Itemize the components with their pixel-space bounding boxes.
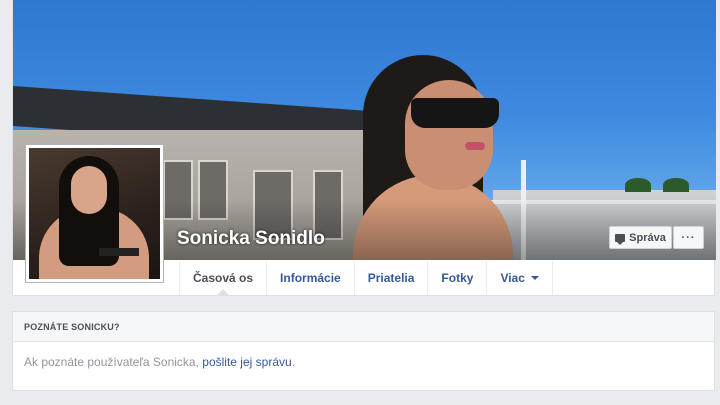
know-card-title: POZNÁTE SONICKU?	[13, 312, 714, 342]
caret-down-icon	[530, 276, 539, 280]
more-dots-icon: ···	[681, 231, 696, 244]
send-message-link[interactable]: pošlite jej správu	[202, 355, 291, 369]
know-card-body: Ak poznáte používateľa Sonicka, pošlite …	[24, 355, 296, 369]
message-button[interactable]: Správa	[609, 226, 672, 249]
more-options-button[interactable]: ···	[673, 226, 704, 249]
tab-more[interactable]: Viac	[486, 261, 553, 295]
tab-friends[interactable]: Priatelia	[353, 261, 428, 295]
message-button-label: Správa	[629, 231, 666, 244]
tab-timeline[interactable]: Časová os	[179, 261, 266, 295]
message-icon	[615, 233, 626, 245]
profile-card: Sonicka Sonidlo Správa ··· Časová os Inf…	[12, 0, 716, 296]
know-person-card: POZNÁTE SONICKU? Ak poznáte používateľa …	[12, 311, 715, 391]
profile-picture[interactable]	[25, 144, 164, 283]
profile-tabs: Časová os Informácie Priatelia Fotky Via…	[179, 261, 553, 295]
tab-photos[interactable]: Fotky	[427, 261, 486, 295]
tab-about[interactable]: Informácie	[266, 261, 354, 295]
profile-name[interactable]: Sonicka Sonidlo	[177, 228, 325, 250]
